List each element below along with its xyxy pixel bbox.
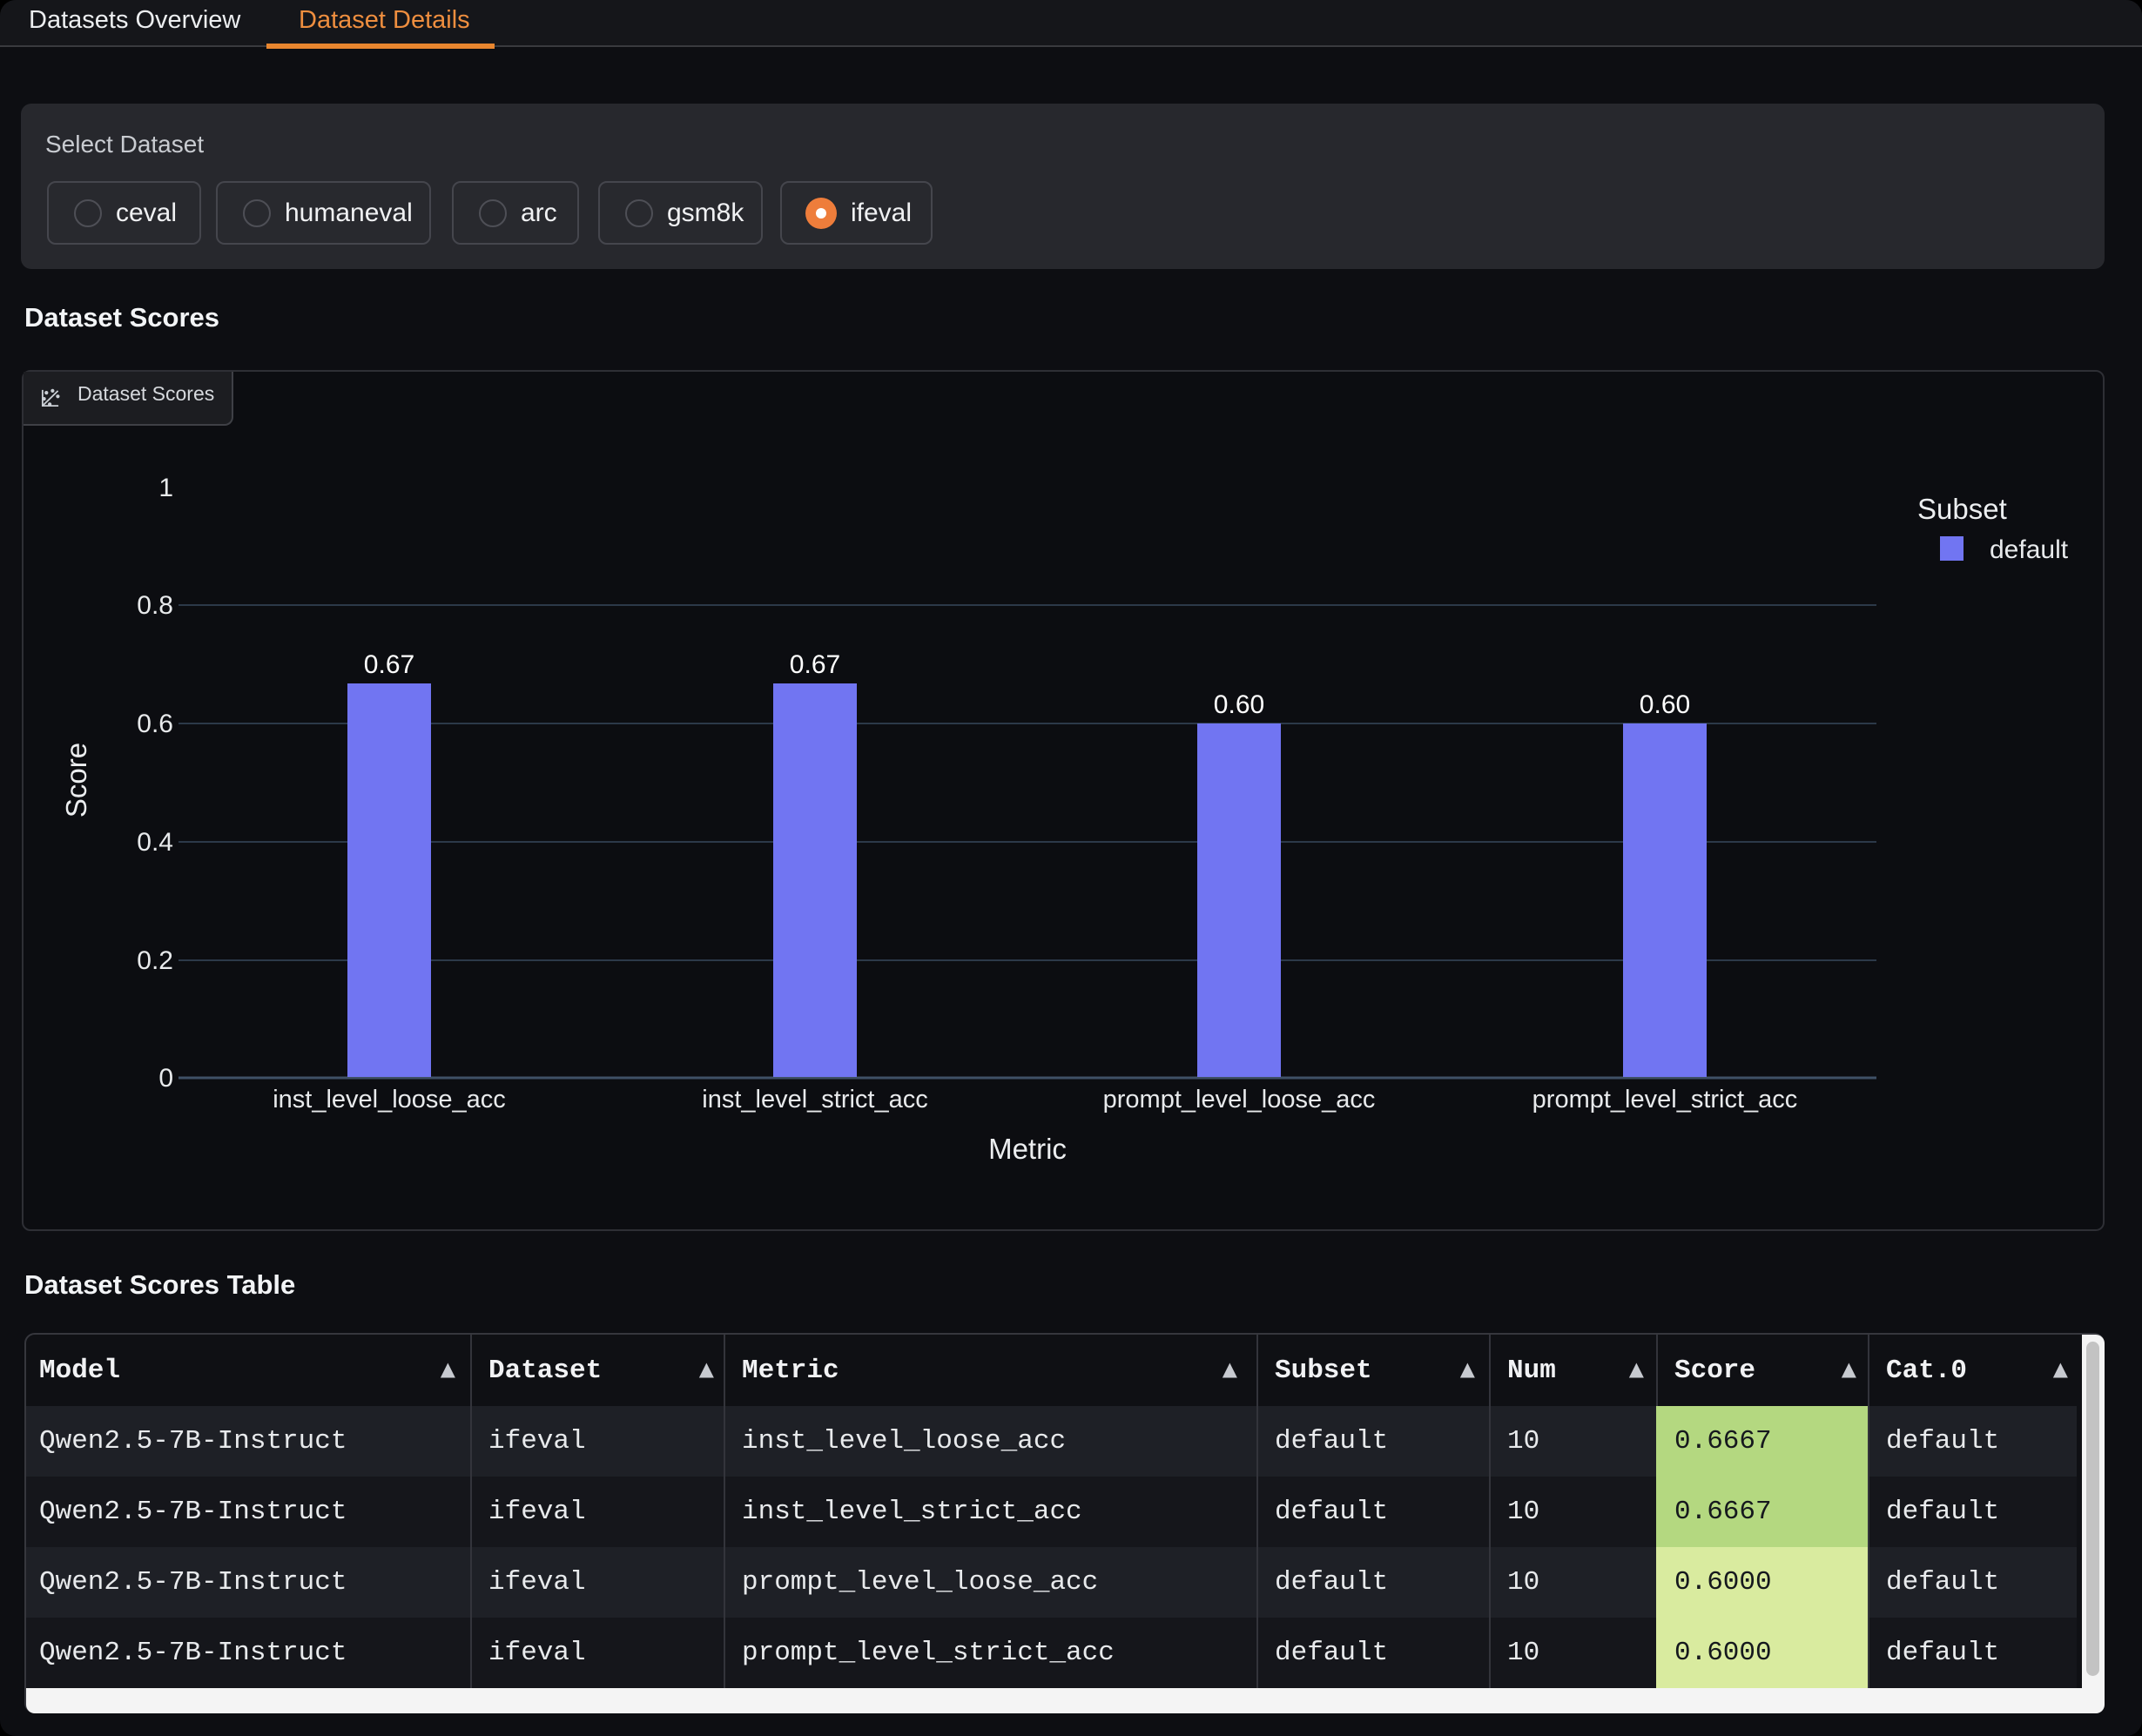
svg-text:inst_level_loose_acc: inst_level_loose_acc [273, 1086, 506, 1114]
svg-text:default: default [1990, 535, 2069, 564]
svg-text:0: 0 [158, 1064, 173, 1093]
svg-text:1: 1 [158, 474, 173, 502]
svg-text:0.67: 0.67 [364, 650, 414, 679]
svg-text:prompt_level_loose_acc: prompt_level_loose_acc [1103, 1086, 1376, 1114]
svg-text:0.60: 0.60 [1640, 690, 1690, 719]
svg-text:0.4: 0.4 [137, 828, 173, 857]
svg-text:Metric: Metric [988, 1133, 1067, 1165]
svg-text:Subset: Subset [1917, 493, 2007, 525]
svg-text:0.60: 0.60 [1214, 690, 1264, 719]
svg-text:0.6: 0.6 [137, 710, 173, 738]
svg-text:0.2: 0.2 [137, 946, 173, 975]
svg-text:prompt_level_strict_acc: prompt_level_strict_acc [1532, 1086, 1798, 1114]
svg-text:0.67: 0.67 [790, 650, 840, 679]
svg-text:Score: Score [60, 743, 92, 818]
svg-text:inst_level_strict_acc: inst_level_strict_acc [702, 1086, 928, 1114]
svg-text:0.8: 0.8 [137, 591, 173, 620]
